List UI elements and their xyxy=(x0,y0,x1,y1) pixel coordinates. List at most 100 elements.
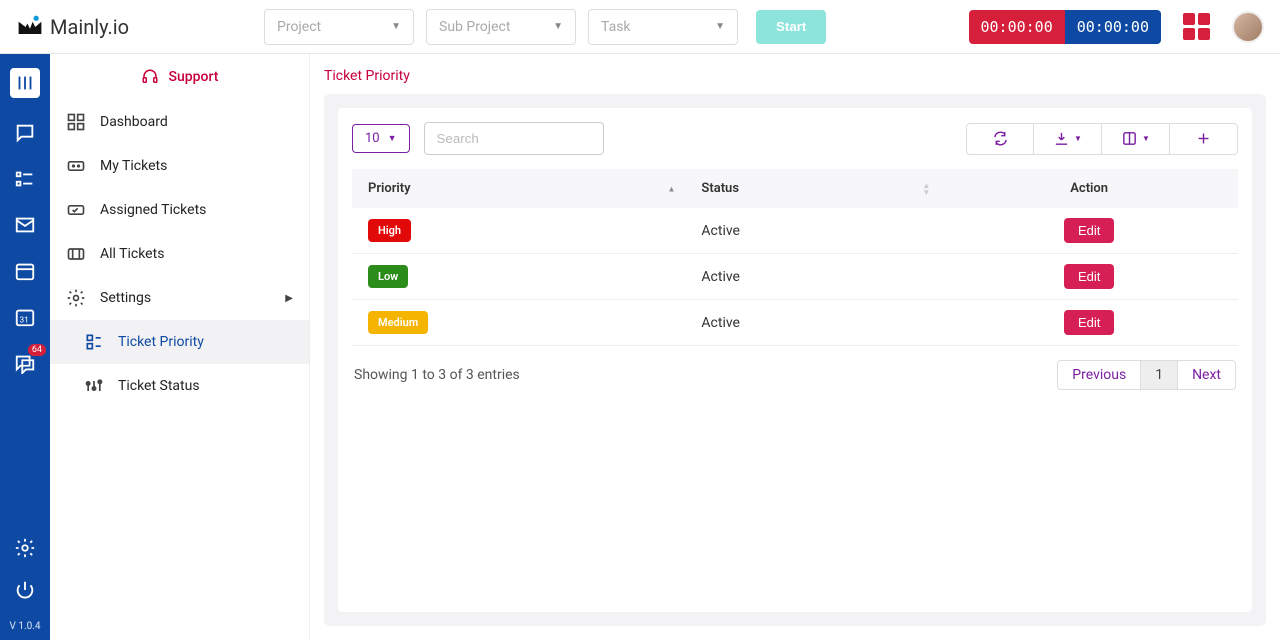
caret-down-icon: ▼ xyxy=(715,21,725,32)
apps-grid-button[interactable] xyxy=(1183,13,1210,40)
icon-rail: 31 64 V 1.0.4 xyxy=(0,54,50,640)
task-select-label: Task xyxy=(601,19,631,35)
sidebar-item-label: Assigned Tickets xyxy=(100,202,206,218)
task-select[interactable]: Task ▼ xyxy=(588,9,738,45)
chevron-right-icon: ▶ xyxy=(285,293,293,304)
col-priority[interactable]: Priority ▲ xyxy=(352,169,685,208)
sidebar-item-dashboard[interactable]: Dashboard xyxy=(50,100,309,144)
ticket-all-icon xyxy=(66,244,86,264)
rail-mail-icon[interactable] xyxy=(14,214,36,236)
plus-icon xyxy=(1195,130,1212,147)
add-button[interactable] xyxy=(1170,123,1238,155)
rail-power-icon[interactable] xyxy=(14,579,36,601)
rail-tasks-icon[interactable] xyxy=(14,168,36,190)
pager-next[interactable]: Next xyxy=(1177,361,1235,389)
rail-menu-icon[interactable] xyxy=(10,68,40,98)
download-button[interactable]: ▼ xyxy=(1034,123,1102,155)
subproject-select-label: Sub Project xyxy=(439,19,510,35)
priority-tag: High xyxy=(368,219,411,242)
header-right: 00:00:00 00:00:00 xyxy=(969,10,1265,44)
rail-settings-icon[interactable] xyxy=(14,537,36,559)
priority-tag: Medium xyxy=(368,311,428,334)
subproject-select[interactable]: Sub Project ▼ xyxy=(426,9,576,45)
caret-down-icon: ▼ xyxy=(388,133,397,144)
sort-asc-icon: ▲ xyxy=(667,185,675,192)
sort-icon: ▲▼ xyxy=(922,182,930,196)
priority-tag: Low xyxy=(368,265,408,288)
priority-table: Priority ▲ Status ▲▼ Action xyxy=(352,169,1238,346)
ticket-assigned-icon xyxy=(66,200,86,220)
columns-icon xyxy=(1121,130,1138,147)
col-action: Action xyxy=(940,169,1238,208)
start-button[interactable]: Start xyxy=(756,10,826,44)
ticket-icon xyxy=(66,156,86,176)
status-cell: Active xyxy=(685,254,940,300)
priority-icon xyxy=(84,332,104,352)
edit-button[interactable]: Edit xyxy=(1064,264,1114,289)
sidebar-item-my-tickets[interactable]: My Tickets xyxy=(50,144,309,188)
sidebar-item-assigned-tickets[interactable]: Assigned Tickets xyxy=(50,188,309,232)
caret-down-icon: ▼ xyxy=(391,21,401,32)
gear-icon xyxy=(66,288,86,308)
user-avatar[interactable] xyxy=(1232,11,1264,43)
logo[interactable]: Mainly.io xyxy=(16,13,256,41)
refresh-button[interactable] xyxy=(966,123,1034,155)
logo-text: Mainly.io xyxy=(50,15,129,39)
status-cell: Active xyxy=(685,208,940,254)
rail-calendar31-icon[interactable]: 31 xyxy=(14,306,36,328)
sidebar-subitem-ticket-priority[interactable]: Ticket Priority xyxy=(50,320,309,364)
sidebar-item-all-tickets[interactable]: All Tickets xyxy=(50,232,309,276)
sidebar-item-label: Settings xyxy=(100,290,151,306)
table-row: Low Active Edit xyxy=(352,254,1238,300)
sidebar: Support Dashboard My Tickets Assigned Ti… xyxy=(50,54,310,640)
search-input[interactable] xyxy=(424,122,604,155)
sidebar-item-label: All Tickets xyxy=(100,246,164,262)
pager-prev[interactable]: Previous xyxy=(1058,361,1140,389)
sidebar-item-label: Ticket Status xyxy=(118,378,200,394)
sidebar-item-settings[interactable]: Settings ▶ xyxy=(50,276,309,320)
timer: 00:00:00 00:00:00 xyxy=(969,10,1162,44)
status-icon xyxy=(84,376,104,396)
total-timer: 00:00:00 xyxy=(1065,10,1161,44)
messages-badge: 64 xyxy=(28,344,46,356)
status-cell: Active xyxy=(685,300,940,346)
rail-calendar-icon[interactable] xyxy=(14,260,36,282)
pager-page[interactable]: 1 xyxy=(1140,361,1177,389)
sidebar-title: Support xyxy=(50,54,309,100)
edit-button[interactable]: Edit xyxy=(1064,310,1114,335)
rail-messages-icon[interactable]: 64 xyxy=(14,352,36,374)
version-label: V 1.0.4 xyxy=(10,621,41,632)
col-status-label: Status xyxy=(701,181,739,196)
col-priority-label: Priority xyxy=(368,181,411,196)
table-row: High Active Edit xyxy=(352,208,1238,254)
entries-info: Showing 1 to 3 of 3 entries xyxy=(354,367,520,383)
table-row: Medium Active Edit xyxy=(352,300,1238,346)
rail-chat-icon[interactable] xyxy=(14,122,36,144)
col-status[interactable]: Status ▲▼ xyxy=(685,169,940,208)
selector-group: Project ▼ Sub Project ▼ Task ▼ xyxy=(264,9,738,45)
project-select-label: Project xyxy=(277,19,321,35)
sidebar-subitem-ticket-status[interactable]: Ticket Status xyxy=(50,364,309,408)
refresh-icon xyxy=(992,130,1009,147)
dashboard-icon xyxy=(66,112,86,132)
svg-text:31: 31 xyxy=(20,316,29,326)
edit-button[interactable]: Edit xyxy=(1064,218,1114,243)
caret-down-icon: ▼ xyxy=(553,21,563,32)
pager: Previous 1 Next xyxy=(1057,360,1236,390)
sidebar-title-text: Support xyxy=(169,69,219,85)
work-timer: 00:00:00 xyxy=(969,10,1065,44)
table-footer: Showing 1 to 3 of 3 entries Previous 1 N… xyxy=(338,346,1252,404)
headset-icon xyxy=(141,68,159,86)
col-action-label: Action xyxy=(1070,181,1108,196)
page-size-select[interactable]: 10 ▼ xyxy=(352,124,410,153)
table-toolbar: 10 ▼ ▼ ▼ xyxy=(338,108,1252,169)
project-select[interactable]: Project ▼ xyxy=(264,9,414,45)
sidebar-item-label: My Tickets xyxy=(100,158,167,174)
caret-down-icon: ▼ xyxy=(1142,134,1150,143)
page-size-value: 10 xyxy=(365,131,380,146)
caret-down-icon: ▼ xyxy=(1074,134,1082,143)
sidebar-item-label: Dashboard xyxy=(100,114,168,130)
columns-button[interactable]: ▼ xyxy=(1102,123,1170,155)
page-title: Ticket Priority xyxy=(310,54,1280,94)
main: Ticket Priority 10 ▼ ▼ xyxy=(310,54,1280,640)
